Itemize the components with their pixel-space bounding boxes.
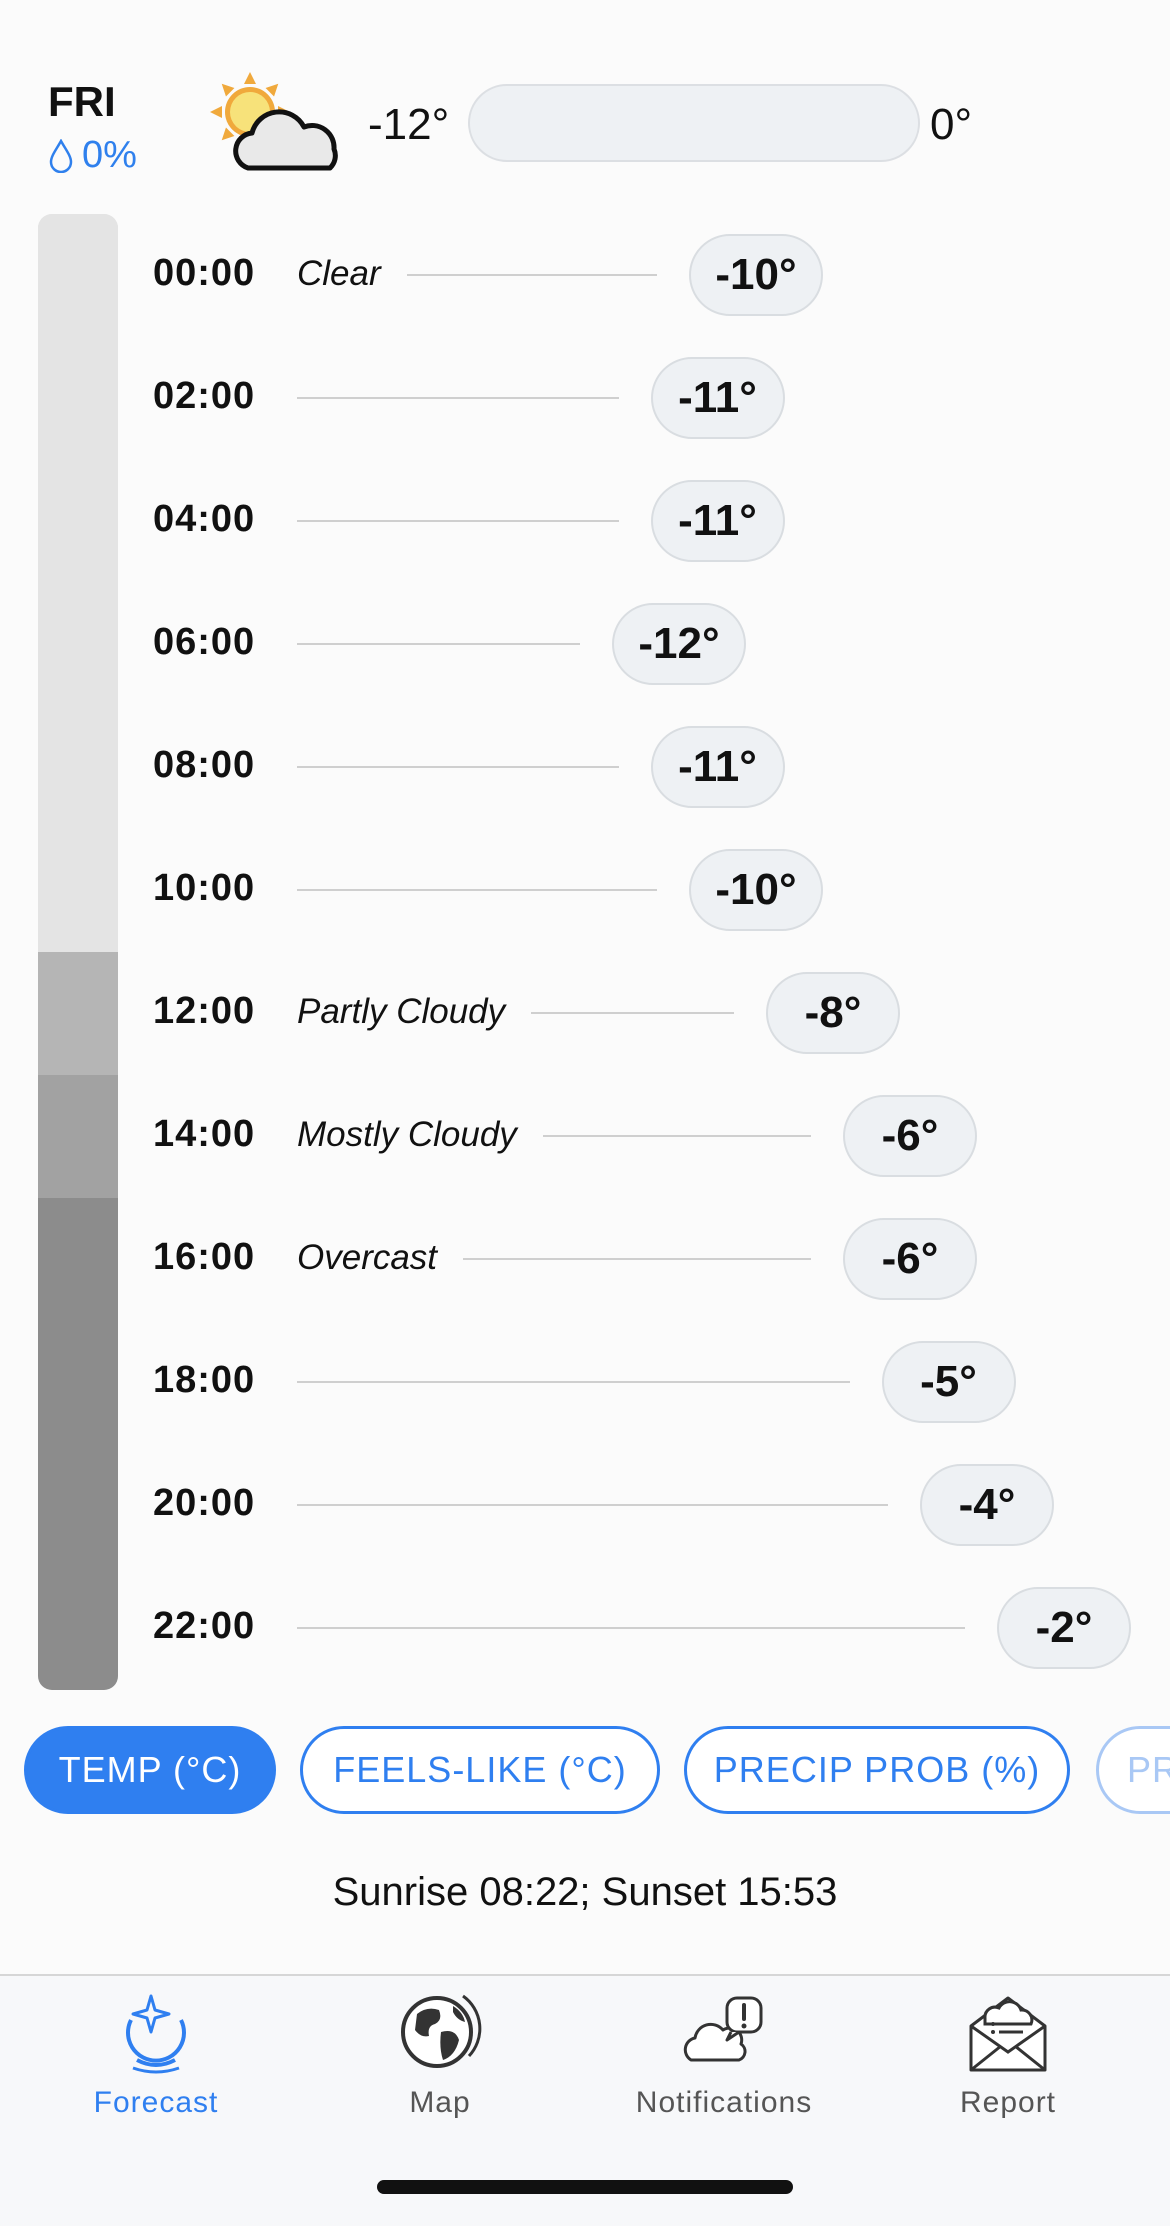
hour-line [463,1258,811,1260]
hour-row[interactable]: 16:00 Overcast -6° [0,1198,1170,1321]
hour-condition: Overcast [297,1238,438,1277]
hour-line [297,1381,850,1383]
tab-label: Map [409,2086,471,2119]
hour-row[interactable]: 02:00 -11° [0,337,1170,460]
hour-temp: -10° [689,849,823,931]
hour-time: 14:00 [153,1113,256,1155]
hour-temp: -11° [650,480,785,562]
hour-condition: Mostly Cloudy [297,1115,517,1154]
hour-row[interactable]: 22:00 -2° [0,1567,1170,1690]
hour-time: 16:00 [153,1236,256,1278]
hour-temp: -5° [881,1341,1016,1423]
hour-row[interactable]: 06:00 -12° [0,583,1170,706]
chip-precip-more[interactable]: PR [1096,1726,1170,1814]
envelope-icon [969,1996,1047,2072]
temp-range-bar [468,84,920,162]
hour-line [297,643,580,645]
hour-row[interactable]: 10:00 -10° [0,829,1170,952]
hour-time: 20:00 [153,1482,256,1524]
hour-time: 18:00 [153,1359,256,1401]
hour-line [297,1627,965,1629]
hour-row[interactable]: 14:00 Mostly Cloudy -6° [0,1075,1170,1198]
hour-row[interactable]: 08:00 -11° [0,706,1170,829]
chip-temp[interactable]: TEMP (°C) [24,1726,276,1814]
tab-label: Notifications [635,2086,813,2119]
partly-cloudy-sun-icon [210,72,338,171]
tab-map[interactable]: Map [294,1990,586,2140]
hour-line [297,397,619,399]
tab-notifications[interactable]: Notifications [578,1990,870,2140]
hour-temp: -2° [997,1587,1131,1669]
hour-temp: -12° [612,603,746,685]
hour-row[interactable]: 18:00 -5° [0,1321,1170,1444]
hour-line [406,274,657,276]
hour-line [297,520,619,522]
day-name: FRI [48,78,116,125]
hour-temp: -10° [689,234,823,316]
hour-time: 00:00 [153,252,256,294]
hour-row[interactable]: 00:00 Clear -10° [0,214,1170,337]
hour-condition: Clear [297,254,381,293]
hour-time: 04:00 [153,498,256,540]
hour-condition: Partly Cloudy [297,992,506,1031]
tab-label: Forecast [93,2086,219,2119]
precip-chance: 0% [48,134,137,177]
hour-time: 22:00 [153,1605,256,1647]
metric-chips: TEMP (°C) FEELS-LIKE (°C) PRECIP PROB (%… [0,1726,1170,1818]
hour-row[interactable]: 12:00 Partly Cloudy -8° [0,952,1170,1075]
raindrop-icon [49,138,73,173]
hour-time: 02:00 [153,375,256,417]
hour-time: 12:00 [153,990,256,1032]
hour-line [297,889,657,891]
home-indicator[interactable] [377,2180,793,2194]
tab-report[interactable]: Report [862,1990,1154,2140]
hour-line [297,766,619,768]
cloud-alert-icon [683,1996,763,2062]
hour-row[interactable]: 04:00 -11° [0,460,1170,583]
hour-temp: -11° [650,357,785,439]
hour-line [297,1504,888,1506]
tab-label: Report [959,2086,1057,2119]
hour-line [531,1012,734,1014]
temp-min: -12° [368,100,450,149]
hour-time: 06:00 [153,621,256,663]
hour-temp: -8° [766,972,900,1054]
chip-feels-like[interactable]: FEELS-LIKE (°C) [300,1726,660,1814]
precip-value: 0% [82,134,137,176]
chip-precip-prob[interactable]: PRECIP PROB (%) [684,1726,1070,1814]
hour-time: 08:00 [153,744,256,786]
hour-temp: -11° [650,726,785,808]
hour-temp: -6° [843,1095,977,1177]
hour-temp: -6° [843,1218,977,1300]
tab-forecast[interactable]: Forecast [10,1990,302,2140]
sunrise-sunset: Sunrise 08:22; Sunset 15:53 [332,1870,838,1914]
hour-temp: -4° [920,1464,1054,1546]
day-header[interactable]: FRI 0% -12° 0° [0,0,1170,200]
forecast-crystal-ball-icon [126,1994,186,2074]
hour-line [542,1135,811,1137]
hour-row[interactable]: 20:00 -4° [0,1444,1170,1567]
temp-max: 0° [930,100,973,149]
hour-time: 10:00 [153,867,256,909]
globe-icon [401,1994,482,2068]
